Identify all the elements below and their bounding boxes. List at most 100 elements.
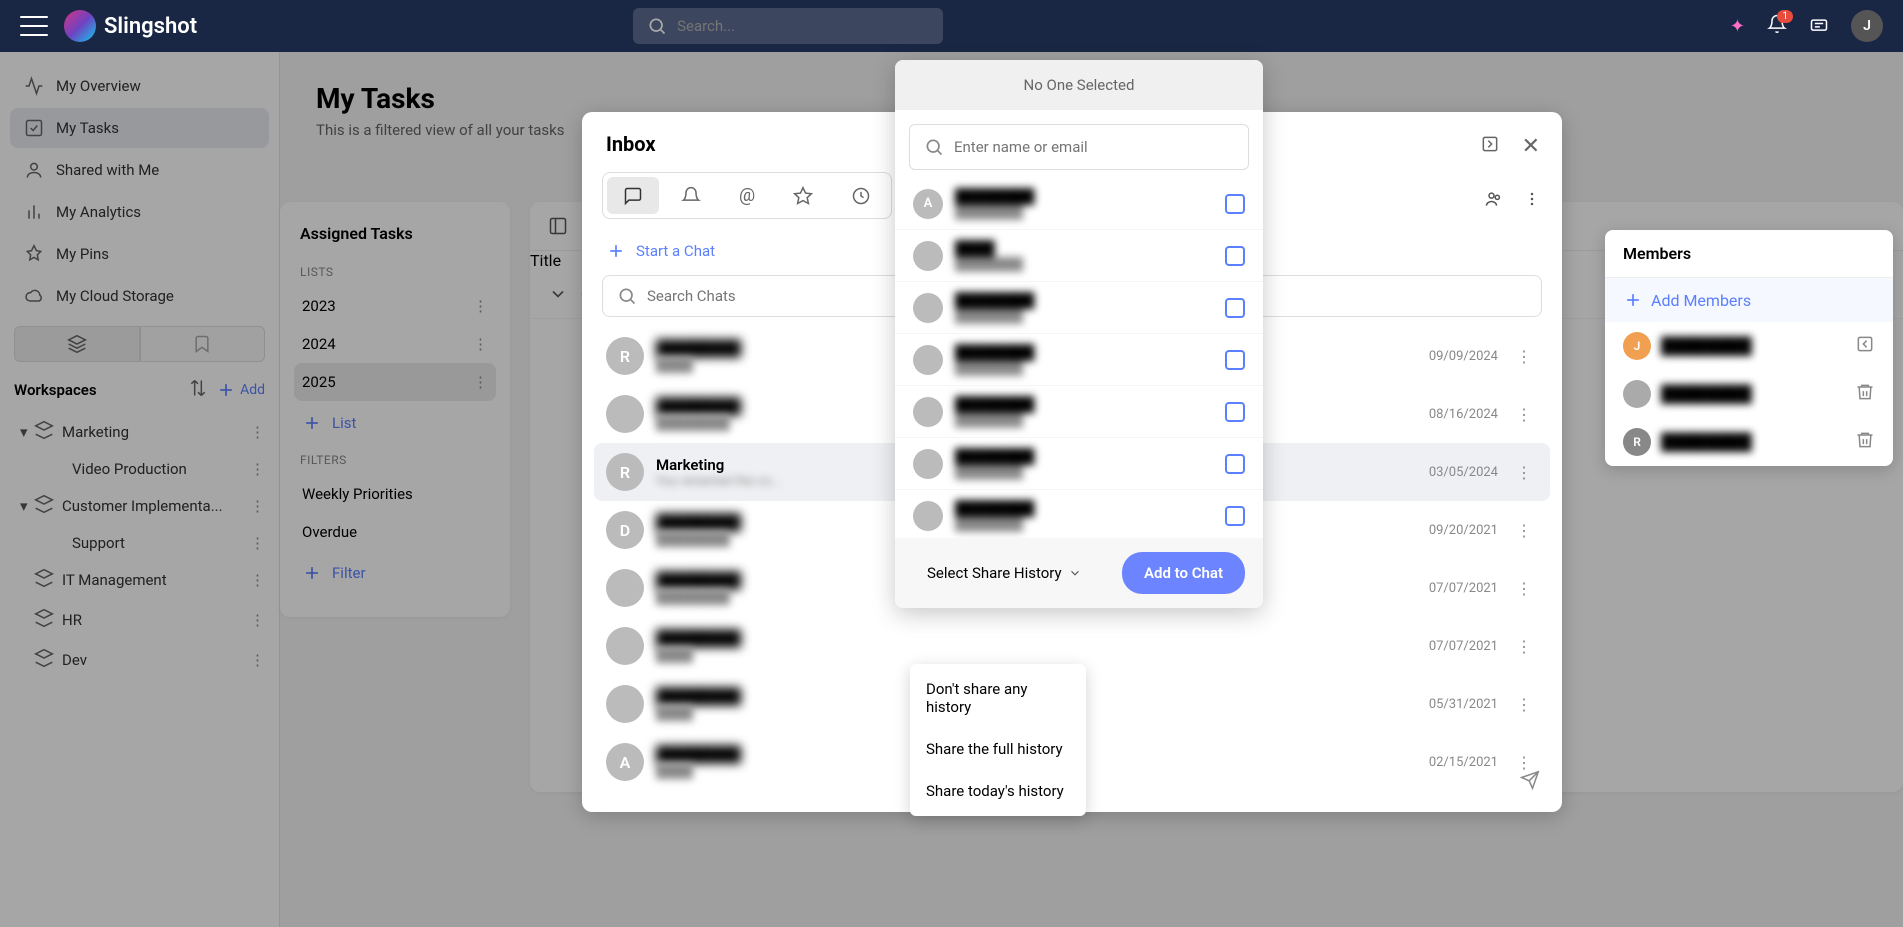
remove-icon[interactable] — [1855, 382, 1875, 406]
inbox-tab-mentions[interactable]: @ — [723, 177, 771, 214]
members-button[interactable] — [1484, 189, 1504, 209]
search-icon — [647, 16, 667, 36]
person-row[interactable]: A ████████████████ — [895, 178, 1263, 230]
member-search-input[interactable] — [954, 138, 1234, 156]
chat-date: 08/16/2024 — [1429, 407, 1498, 422]
chat-more-button[interactable]: ⋮ — [1510, 637, 1538, 656]
person-email: ████████ — [955, 517, 1213, 531]
person-checkbox[interactable] — [1225, 246, 1245, 266]
member-row: J ████████ — [1605, 322, 1893, 370]
person-row[interactable]: ████████████████ — [895, 282, 1263, 334]
person-checkbox[interactable] — [1225, 506, 1245, 526]
chat-more-button[interactable]: ⋮ — [1510, 521, 1538, 540]
chat-date: 09/20/2021 — [1429, 523, 1498, 538]
add-members-button[interactable]: Add Members — [1605, 278, 1893, 322]
ai-sparkle-icon[interactable]: ✦ — [1730, 16, 1745, 37]
search-input[interactable] — [677, 17, 929, 35]
person-row[interactable]: ████████████████ — [895, 334, 1263, 386]
add-to-chat-button[interactable]: Add to Chat — [1122, 552, 1245, 594]
member-name: ████████ — [1661, 432, 1845, 452]
person-name: ████ — [955, 240, 1213, 257]
chat-more-button[interactable]: ⋮ — [1510, 463, 1538, 482]
chat-more-button[interactable]: ⋮ — [1510, 695, 1538, 714]
chat-avatar: R — [606, 453, 644, 491]
menu-toggle[interactable] — [20, 16, 48, 36]
share-menu-item[interactable]: Don't share any history — [910, 668, 1086, 728]
close-inbox-button[interactable]: ✕ — [1522, 134, 1540, 159]
chat-more-button[interactable]: ⋮ — [1510, 579, 1538, 598]
person-row[interactable]: ████████████████ — [895, 386, 1263, 438]
person-email: ████████ — [955, 205, 1213, 219]
member-row: R ████████ — [1605, 418, 1893, 466]
inbox-tab-history[interactable] — [835, 177, 887, 214]
person-name: ████████ — [955, 292, 1213, 309]
chat-date: 02/15/2021 — [1429, 755, 1498, 770]
person-avatar — [913, 345, 943, 375]
notifications-button[interactable]: 1 — [1767, 14, 1787, 38]
chat-more-button[interactable] — [1522, 189, 1542, 209]
member-avatar — [1623, 380, 1651, 408]
chat-avatar — [606, 569, 644, 607]
inbox-tab-starred[interactable] — [777, 177, 829, 214]
app-name: Slingshot — [104, 14, 197, 39]
share-history-select[interactable]: Select Share History — [913, 554, 1112, 592]
person-name: ████████ — [955, 344, 1213, 361]
logo-icon — [64, 10, 96, 42]
chevron-down-icon — [1068, 566, 1082, 580]
remove-icon[interactable] — [1855, 430, 1875, 454]
app-logo[interactable]: Slingshot — [64, 10, 197, 42]
person-checkbox[interactable] — [1225, 194, 1245, 214]
send-message-icon[interactable] — [1520, 770, 1540, 790]
person-checkbox[interactable] — [1225, 350, 1245, 370]
inbox-tab-chats[interactable] — [607, 177, 659, 214]
person-name: ████████ — [955, 500, 1213, 517]
person-email: ████████ — [955, 413, 1213, 427]
modal-search[interactable] — [909, 124, 1249, 170]
member-avatar: J — [1623, 332, 1651, 360]
chat-avatar: R — [606, 337, 644, 375]
modal-selection-status: No One Selected — [895, 60, 1263, 110]
member-name: ████████ — [1661, 384, 1845, 404]
notification-count: 1 — [1777, 10, 1793, 23]
member-name: ████████ — [1661, 336, 1845, 356]
chat-avatar: D — [606, 511, 644, 549]
person-avatar: A — [913, 189, 943, 219]
user-avatar[interactable]: J — [1851, 10, 1883, 42]
person-row[interactable]: ████████████████ — [895, 438, 1263, 490]
chat-avatar — [606, 395, 644, 433]
share-menu-item[interactable]: Share the full history — [910, 728, 1086, 770]
chat-avatar — [606, 685, 644, 723]
chat-date: 03/05/2024 — [1429, 465, 1498, 480]
add-members-modal: No One Selected A ████████████████ █████… — [895, 60, 1263, 608]
chat-more-button[interactable]: ⋮ — [1510, 347, 1538, 366]
chat-avatar — [606, 627, 644, 665]
person-row[interactable]: ████████████ — [895, 230, 1263, 282]
chat-date: 05/31/2021 — [1429, 697, 1498, 712]
person-email: ████████ — [955, 257, 1213, 271]
search-icon — [924, 137, 944, 157]
chat-more-button[interactable]: ⋮ — [1510, 753, 1538, 772]
person-checkbox[interactable] — [1225, 454, 1245, 474]
person-avatar — [913, 397, 943, 427]
person-checkbox[interactable] — [1225, 402, 1245, 422]
person-email: ████████ — [955, 309, 1213, 323]
person-name: ████████ — [955, 188, 1213, 205]
person-avatar — [913, 501, 943, 531]
expand-panel-button[interactable] — [1480, 134, 1500, 158]
person-row[interactable]: ████████████████ — [895, 490, 1263, 538]
share-menu-item[interactable]: Share today's history — [910, 770, 1086, 812]
chat-icon[interactable] — [1809, 16, 1829, 36]
member-avatar: R — [1623, 428, 1651, 456]
member-row: ████████ — [1605, 370, 1893, 418]
person-name: ████████ — [955, 396, 1213, 413]
chat-date: 07/07/2021 — [1429, 639, 1498, 654]
members-heading: Members — [1605, 230, 1893, 278]
person-name: ████████ — [955, 448, 1213, 465]
inbox-tab-notifications[interactable] — [665, 177, 717, 214]
chat-date: 07/07/2021 — [1429, 581, 1498, 596]
chat-date: 09/09/2024 — [1429, 349, 1498, 364]
person-checkbox[interactable] — [1225, 298, 1245, 318]
global-search[interactable] — [633, 8, 943, 44]
chat-more-button[interactable]: ⋮ — [1510, 405, 1538, 424]
leave-icon[interactable] — [1855, 334, 1875, 358]
